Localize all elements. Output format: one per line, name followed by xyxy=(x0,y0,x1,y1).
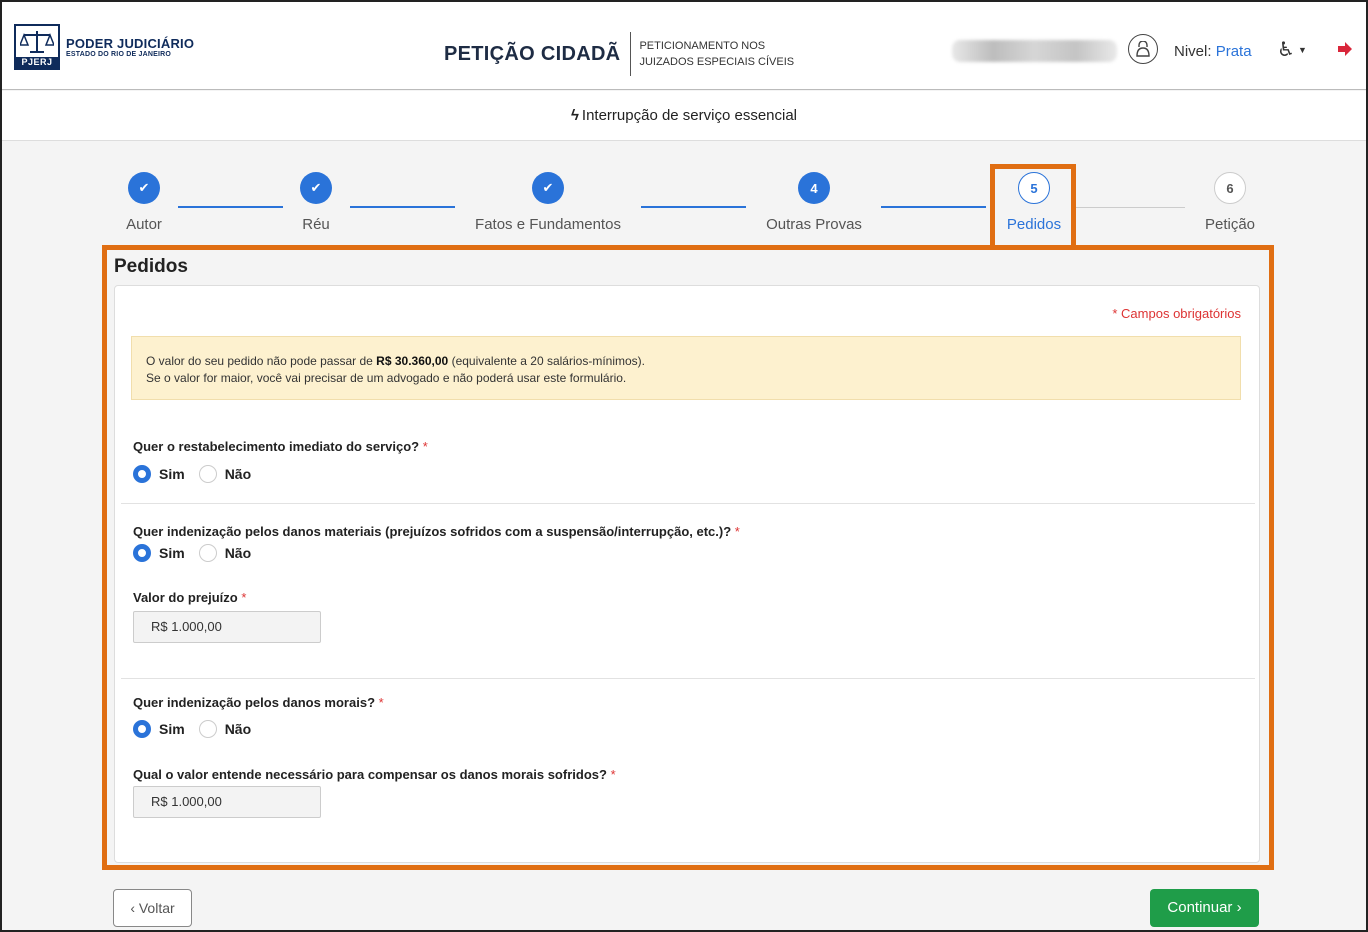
step-fatos[interactable]: ✔ Fatos e Fundamentos xyxy=(448,172,648,233)
radio-group-restabelecimento: Sim Não xyxy=(133,465,265,483)
question-restabelecimento: Quer o restabelecimento imediato do serv… xyxy=(133,439,428,454)
radio-sim[interactable] xyxy=(133,544,151,562)
user-level-label: Nivel: xyxy=(1174,43,1212,60)
radio-nao[interactable] xyxy=(198,544,217,562)
bolt-icon: ϟ xyxy=(570,107,579,124)
step-peticao: 6 Petição xyxy=(1180,172,1280,233)
app-subtitle-line2: JUIZADOS ESPECIAIS CÍVEIS xyxy=(639,56,795,68)
step-outras-provas[interactable]: 4 Outras Provas xyxy=(744,172,884,233)
divider xyxy=(121,678,1255,679)
alert-line-2: Se o valor for maior, você vai precisar … xyxy=(146,371,627,385)
back-button[interactable]: ‹ Voltar xyxy=(113,889,192,927)
app-title: PETIÇÃO CIDADÃ PETICIONAMENTO NOS JUIZAD… xyxy=(444,32,794,76)
wheelchair-icon: ♿ xyxy=(1277,39,1295,61)
step-label: Petição xyxy=(1204,216,1256,233)
service-type-bar: ϟ Interrupção de serviço essencial xyxy=(2,91,1366,141)
step-connector xyxy=(1075,207,1185,208)
radio-sim[interactable] xyxy=(133,720,151,738)
step-label: Autor xyxy=(126,216,162,233)
label-valor-prejuizo: Valor do prejuízo * xyxy=(133,590,247,605)
app-title-main: PETIÇÃO CIDADÃ xyxy=(444,32,632,76)
step-autor[interactable]: ✔ Autor xyxy=(100,172,188,233)
continue-button[interactable]: Continuar › xyxy=(1150,889,1259,927)
question-danos-morais: Quer indenização pelos danos morais? * xyxy=(133,695,384,710)
user-name-redacted xyxy=(952,40,1117,62)
check-icon: ✔ xyxy=(128,172,160,204)
valor-danos-morais-input[interactable]: R$ 1.000,00 xyxy=(133,786,321,818)
radio-nao[interactable] xyxy=(198,465,217,483)
required-fields-note: * Campos obrigatórios xyxy=(1112,306,1241,321)
logo-abbr: PJERJ xyxy=(16,57,58,68)
step-connector xyxy=(350,206,455,208)
highlight-box-step xyxy=(990,164,1076,250)
app-subtitle-line1: PETICIONAMENTO NOS xyxy=(639,40,766,52)
divider xyxy=(121,503,1255,504)
radio-nao[interactable] xyxy=(198,720,217,738)
accessibility-menu[interactable]: ♿ ▼ xyxy=(1277,37,1307,62)
user-level-value[interactable]: Prata xyxy=(1216,43,1252,60)
step-reu[interactable]: ✔ Réu xyxy=(272,172,360,233)
step-number: 4 xyxy=(798,172,830,204)
step-connector xyxy=(178,206,283,208)
radio-sim[interactable] xyxy=(133,465,151,483)
radio-group-danos-morais: Sim Não xyxy=(133,720,265,738)
question-danos-materiais: Quer indenização pelos danos materiais (… xyxy=(133,524,740,539)
label-valor-danos-morais: Qual o valor entende necessário para com… xyxy=(133,767,616,782)
step-label: Outras Provas xyxy=(766,216,862,233)
pjerj-logo[interactable]: PJERJ PODER JUDICIÁRIO ESTADO DO RIO DE … xyxy=(14,24,194,70)
value-limit-alert: O valor do seu pedido não pode passar de… xyxy=(131,336,1241,400)
step-label: Réu xyxy=(302,216,330,233)
check-icon: ✔ xyxy=(532,172,564,204)
step-number: 6 xyxy=(1214,172,1246,204)
top-header: PJERJ PODER JUDICIÁRIO ESTADO DO RIO DE … xyxy=(2,2,1366,90)
user-avatar-icon[interactable] xyxy=(1128,34,1158,64)
alert-line-1: O valor do seu pedido não pode passar de… xyxy=(146,354,645,368)
form-card: * Campos obrigatórios O valor do seu ped… xyxy=(114,285,1260,863)
chevron-down-icon: ▼ xyxy=(1297,44,1307,55)
step-label: Fatos e Fundamentos xyxy=(475,216,621,233)
org-subname: ESTADO DO RIO DE JANEIRO xyxy=(66,51,172,58)
step-connector xyxy=(881,206,986,208)
max-value: R$ 30.360,00 xyxy=(376,354,449,368)
radio-group-danos-materiais: Sim Não xyxy=(133,544,265,562)
logout-icon[interactable] xyxy=(1338,42,1354,61)
org-name: PODER JUDICIÁRIO xyxy=(66,36,195,51)
step-connector xyxy=(641,206,746,208)
section-title: Pedidos xyxy=(114,256,188,277)
valor-prejuizo-input[interactable]: R$ 1.000,00 xyxy=(133,611,321,643)
check-icon: ✔ xyxy=(300,172,332,204)
service-type-text: Interrupção de serviço essencial xyxy=(581,107,798,124)
user-level: Nivel: Prata xyxy=(1174,43,1252,60)
scales-logo-icon: PJERJ xyxy=(14,24,60,70)
